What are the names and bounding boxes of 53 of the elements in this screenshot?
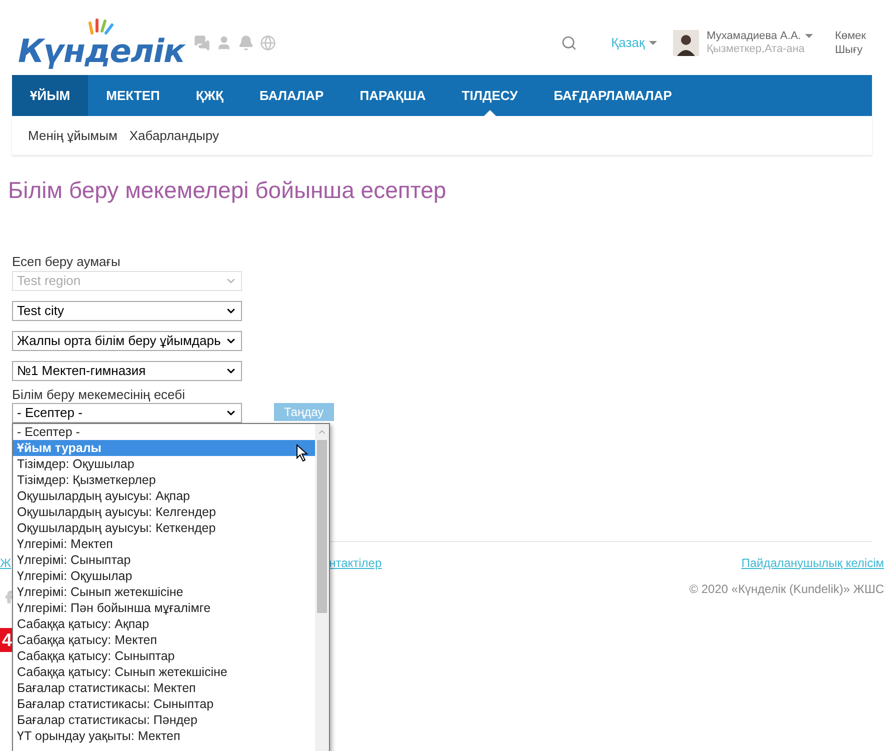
option-item[interactable]: ҮТ орындау уақыты: Мектеп <box>13 728 315 744</box>
dropdown-field[interactable]: Test city <box>12 300 242 320</box>
option-item[interactable]: Тізімдер: Қызметкерлер <box>13 472 315 488</box>
subnav-link[interactable]: Хабарландыру <box>129 126 219 146</box>
search-icon[interactable] <box>561 34 578 50</box>
subnav-link[interactable]: Менің ұйымым <box>28 126 118 146</box>
option-item[interactable]: Бағалар статистикасы: Мектеп <box>13 680 315 696</box>
chat-icon[interactable] <box>194 34 210 50</box>
option-item[interactable]: Үлгерімі: Мектеп <box>13 536 315 552</box>
dropdown-field[interactable]: №1 Мектеп-гимназия <box>12 360 242 380</box>
user-role: Қызметкер,Ата-ана <box>706 42 806 56</box>
scroll-thumb[interactable] <box>317 440 327 613</box>
bell-icon[interactable] <box>238 34 254 50</box>
nav-tab[interactable]: ҚЖҚ <box>178 75 242 116</box>
header-link[interactable]: Шығу <box>834 42 866 56</box>
option-item[interactable]: Үлгерімі: Оқушылар <box>13 568 315 584</box>
option-item[interactable]: Оқушылардың ауысуы: Келгендер <box>13 504 315 520</box>
header-link[interactable]: Көмек <box>834 28 866 42</box>
option-item[interactable]: Оқушылардың ауысуы: Кеткендер <box>13 520 315 536</box>
option-item[interactable]: Бағалар статистикасы: Сыныптар <box>13 696 315 712</box>
dropdown-field[interactable]: Жалпы орта білім беру ұйымдарь <box>12 330 242 350</box>
rays-icon <box>88 16 114 34</box>
avatar[interactable] <box>672 30 699 56</box>
count-badge: 4 <box>0 628 12 652</box>
nav-tab[interactable]: ҰЙЫМ <box>12 75 88 116</box>
pointer-icon <box>296 444 308 462</box>
option-item[interactable]: Сабаққа қатысу: Сыныптар <box>13 648 315 664</box>
nav-tab[interactable]: БАЛАЛАР <box>241 75 342 116</box>
nav-tab[interactable]: ПАРАҚША <box>342 75 444 116</box>
option-item[interactable]: Сабаққа қатысу: Ақпар <box>13 616 315 632</box>
option-item[interactable]: Сабаққа қатысу: Сынып жетекшісіне <box>13 664 315 680</box>
copyright: © 2020 «Күнделік (Kundelik)» ЖШС <box>689 580 884 598</box>
field-label: Білім беру мекемесінің есебі <box>12 386 186 402</box>
logo[interactable]: Күнделік <box>18 26 184 74</box>
nav-tab[interactable]: МЕКТЕП <box>88 75 178 116</box>
option-item[interactable]: Сабаққа қатысу: Мектеп <box>13 632 315 648</box>
option-item[interactable]: Тізімдер: Оқушылар <box>13 456 315 472</box>
option-item[interactable]: - Есептер - <box>13 424 315 440</box>
nav-tab[interactable]: БАҒДАРЛАМАЛАР <box>536 75 690 116</box>
option-item[interactable]: Оқушылардың ауысуы: Ақпар <box>13 488 315 504</box>
option-item[interactable]: Бағалар статистикасы: Пәндер <box>13 712 315 728</box>
caret-icon <box>648 40 657 44</box>
field-label: Есеп беру аумағы <box>12 254 122 268</box>
dropdown-field[interactable]: - Есептер - <box>12 402 242 422</box>
globe-icon[interactable] <box>260 34 276 50</box>
user-icon[interactable] <box>216 34 232 50</box>
option-item[interactable]: Үлгерімі: Сыныптар <box>13 552 315 568</box>
option-item[interactable]: Үлгерімі: Сынып жетекшісіне <box>13 584 315 600</box>
caret-icon <box>804 34 813 38</box>
option-item[interactable]: Үлгерімі: Пән бойынша мұғалімге <box>13 600 315 616</box>
scrollbar[interactable] <box>315 424 329 751</box>
user-menu[interactable]: Мухамадиева А.А. <box>706 30 813 42</box>
page-title: Білім беру мекемелері бойынша есептер <box>8 176 448 205</box>
